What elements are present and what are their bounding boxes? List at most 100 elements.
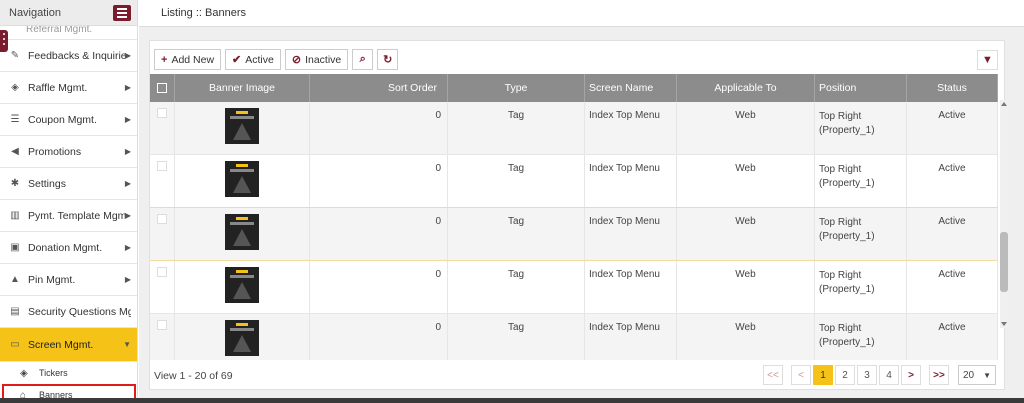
sidebar-handle-icon[interactable] — [0, 30, 8, 52]
chevron-right-icon: ▶ — [124, 115, 131, 124]
page-button[interactable]: 3 — [857, 365, 877, 385]
sidebar-item-label: Coupon Mgmt. — [28, 113, 97, 126]
page-button[interactable]: 1 — [813, 365, 833, 385]
vertical-scrollbar[interactable] — [1000, 100, 1008, 328]
edit-icon: ✎ — [10, 50, 20, 61]
sidebar-item-label: Promotions — [28, 145, 82, 158]
add-new-button[interactable]: + Add New — [154, 49, 222, 70]
sort-order-cell: 0 — [310, 261, 448, 313]
listing-panel: + Add New ✔ Active ⊘ Inactive ⌕ ↻ ▼ Bann… — [149, 40, 1005, 390]
sidebar-item-settings[interactable]: ✱ Settings ▶ — [0, 168, 137, 200]
next-page-button[interactable]: > — [901, 365, 921, 385]
bottom-strip — [0, 398, 1024, 403]
row-checkbox[interactable] — [157, 214, 167, 224]
breadcrumb: Listing :: Banners — [161, 7, 246, 19]
column-header[interactable]: Sort Order — [310, 74, 448, 102]
column-header[interactable]: Status — [907, 74, 998, 102]
chevron-down-icon: ▼ — [123, 340, 131, 349]
ticker-icon: ◈ — [20, 367, 28, 379]
screen-name-cell: Index Top Menu — [585, 102, 677, 154]
toolbar: + Add New ✔ Active ⊘ Inactive ⌕ ↻ — [154, 49, 399, 70]
screen-name-cell: Index Top Menu — [585, 208, 677, 260]
applicable-to-cell: Web — [677, 314, 815, 360]
sidebar-item-security-questions[interactable]: ▤ Security Questions Mgmt. — [0, 296, 137, 328]
type-cell: Tag — [448, 314, 585, 360]
sort-order-cell: 0 — [310, 102, 448, 154]
sidebar-item-referral[interactable]: Referral Mgmt. — [0, 26, 137, 40]
sidebar-item-feedbacks[interactable]: ✎ Feedbacks & Inquiries ▶ — [0, 40, 137, 72]
bullhorn-icon: ◀ — [11, 146, 19, 157]
applicable-to-cell: Web — [677, 155, 815, 207]
table-header: Banner Image Sort Order Type Screen Name… — [150, 74, 998, 102]
row-checkbox[interactable] — [157, 320, 167, 330]
money-icon: ▣ — [10, 242, 20, 253]
column-header[interactable]: Applicable To — [677, 74, 815, 102]
plus-icon: + — [161, 53, 168, 66]
column-header[interactable]: Type — [448, 74, 585, 102]
chevron-right-icon: ▶ — [124, 147, 131, 156]
chevron-right-icon: ▶ — [124, 275, 131, 284]
table-row[interactable]: 0 Tag Index Top Menu Web Top Right (Prope… — [150, 208, 998, 261]
sidebar-item-pin[interactable]: ▲ Pin Mgmt. ▶ — [0, 264, 137, 296]
scroll-down-icon[interactable] — [1001, 322, 1007, 326]
prev-page-button[interactable]: < — [791, 365, 811, 385]
inactive-button[interactable]: ⊘ Inactive — [284, 49, 349, 70]
screen-name-cell: Index Top Menu — [585, 261, 677, 313]
row-checkbox[interactable] — [157, 161, 167, 171]
table-body: 0 Tag Index Top Menu Web Top Right (Prope… — [150, 102, 998, 360]
sidebar-item-donation[interactable]: ▣ Donation Mgmt. ▶ — [0, 232, 137, 264]
sort-order-cell: 0 — [310, 314, 448, 360]
page-size-value: 20 — [963, 369, 975, 381]
sort-order-cell: 0 — [310, 208, 448, 260]
table-row[interactable]: 0 Tag Index Top Menu Web Top Right (Prope… — [150, 314, 998, 360]
last-page-button[interactable]: >> — [929, 365, 949, 385]
chevron-right-icon: ▶ — [124, 179, 131, 188]
list-icon: ☰ — [10, 114, 20, 125]
record-count: View 1 - 20 of 69 — [154, 370, 233, 382]
column-header[interactable]: Position — [815, 74, 907, 102]
status-cell: Active — [907, 208, 998, 260]
column-header[interactable]: Screen Name — [585, 74, 677, 102]
sidebar-item-promotions[interactable]: ◀ Promotions ▶ — [0, 136, 137, 168]
applicable-to-cell: Web — [677, 261, 815, 313]
column-header[interactable]: Banner Image — [175, 74, 310, 102]
add-new-label: Add New — [171, 53, 215, 66]
position-cell: Top Right (Property_1) — [815, 208, 907, 260]
status-cell: Active — [907, 261, 998, 313]
sidebar-item-label: Screen Mgmt. — [28, 338, 94, 351]
sidebar-item-screen-mgmt[interactable]: ▭ Screen Mgmt. ▼ — [0, 328, 137, 362]
table-row[interactable]: 0 Tag Index Top Menu Web Top Right (Prope… — [150, 102, 998, 155]
type-cell: Tag — [448, 155, 585, 207]
sidebar-item-coupon[interactable]: ☰ Coupon Mgmt. ▶ — [0, 104, 137, 136]
select-all-checkbox[interactable] — [157, 83, 167, 93]
page-size-select[interactable]: 20 ▼ — [958, 365, 996, 385]
refresh-icon: ↻ — [383, 54, 393, 66]
table-row[interactable]: 0 Tag Index Top Menu Web Top Right (Prope… — [150, 155, 998, 208]
active-label: Active — [245, 53, 274, 66]
row-checkbox[interactable] — [157, 267, 167, 277]
row-checkbox[interactable] — [157, 108, 167, 118]
page-button[interactable]: 2 — [835, 365, 855, 385]
search-button[interactable]: ⌕ — [352, 49, 374, 70]
page-button[interactable]: 4 — [879, 365, 899, 385]
gear-icon: ✱ — [10, 178, 20, 189]
banner-thumbnail — [225, 214, 259, 250]
first-page-button[interactable]: << — [763, 365, 783, 385]
chevron-right-icon: ▶ — [124, 51, 131, 60]
banner-thumbnail — [225, 320, 259, 356]
chevron-right-icon: ▶ — [124, 243, 131, 252]
page-header: Listing :: Banners — [139, 0, 1024, 27]
table-row[interactable]: 0 Tag Index Top Menu Web Top Right (Prope… — [150, 261, 998, 314]
screen-name-cell: Index Top Menu — [585, 155, 677, 207]
filter-button[interactable]: ▼ — [977, 50, 998, 70]
banner-thumbnail — [225, 108, 259, 144]
scrollbar-thumb[interactable] — [1000, 232, 1008, 292]
sidebar-item-label: Pin Mgmt. — [28, 273, 76, 286]
menu-toggle-icon[interactable] — [113, 4, 131, 21]
sidebar-item-pymt-template[interactable]: ▥ Pymt. Template Mgmt. ▶ — [0, 200, 137, 232]
sidebar-subitem-tickers[interactable]: ◈ Tickers — [0, 362, 137, 384]
refresh-button[interactable]: ↻ — [377, 49, 399, 70]
sidebar-item-raffle[interactable]: ◈ Raffle Mgmt. ▶ — [0, 72, 137, 104]
active-button[interactable]: ✔ Active — [225, 49, 281, 70]
scroll-up-icon[interactable] — [1001, 102, 1007, 106]
